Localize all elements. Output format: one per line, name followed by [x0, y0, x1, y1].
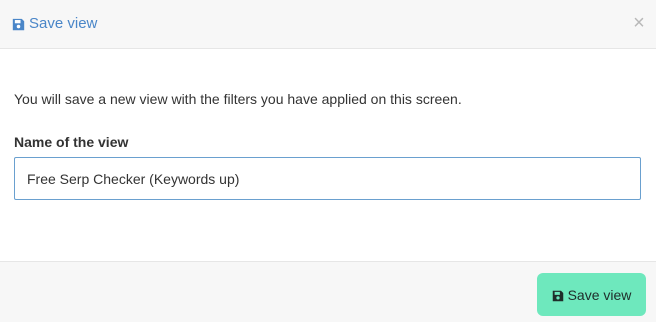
floppy-disk-icon — [12, 18, 25, 31]
modal-body: You will save a new view with the filter… — [0, 49, 656, 261]
modal-footer: Save view — [0, 261, 656, 322]
modal-header: Save view × — [0, 0, 656, 49]
modal-title-text: Save view — [29, 15, 98, 32]
modal-title: Save view — [12, 15, 97, 33]
close-icon[interactable]: × — [632, 13, 646, 33]
save-view-modal: Save view × You will save a new view wit… — [0, 0, 656, 322]
view-name-label: Name of the view — [14, 134, 129, 150]
view-name-input[interactable] — [14, 157, 641, 200]
save-view-button[interactable]: Save view — [537, 273, 646, 316]
floppy-disk-icon — [552, 289, 564, 301]
intro-text: You will save a new view with the filter… — [14, 91, 462, 107]
save-view-button-label: Save view — [567, 286, 632, 303]
